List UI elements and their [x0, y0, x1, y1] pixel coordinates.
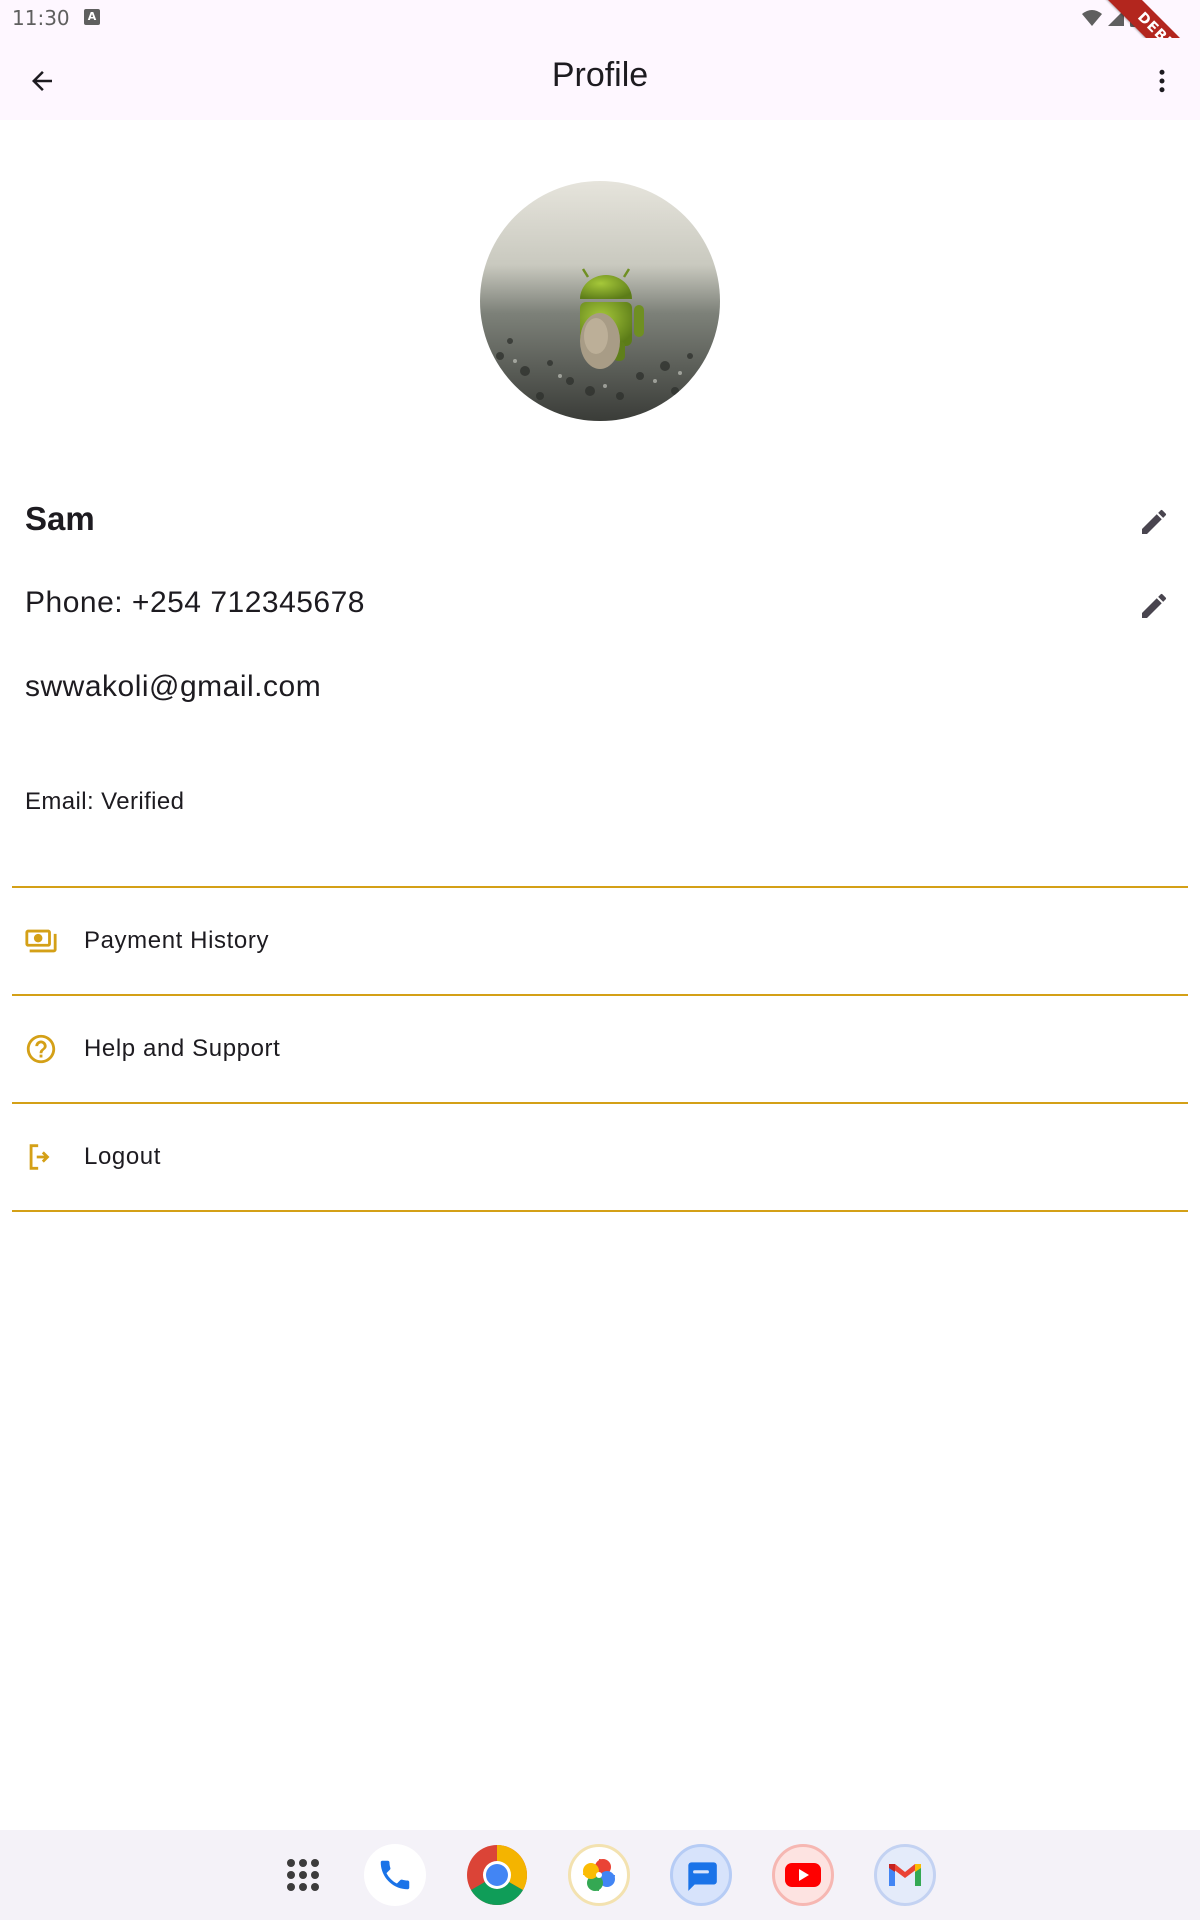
pencil-icon — [1142, 593, 1167, 618]
messages-icon — [688, 1862, 717, 1891]
chrome-icon — [467, 1845, 528, 1906]
email-status-row: Email: Verified — [25, 788, 1175, 820]
dock-chrome[interactable] — [466, 1844, 528, 1906]
page-title: Profile — [551, 56, 649, 94]
dock-app-drawer[interactable] — [272, 1844, 334, 1906]
more-options-button[interactable] — [1142, 57, 1182, 105]
menu-item-help-support[interactable]: Help and Support — [12, 996, 1188, 1102]
name-row: Sam — [25, 500, 1175, 546]
menu-item-logout[interactable]: Logout — [12, 1104, 1188, 1210]
menu-item-payment-history[interactable]: Payment History — [12, 888, 1188, 994]
edit-name-button[interactable] — [1130, 498, 1178, 546]
profile-avatar[interactable] — [480, 181, 720, 421]
pencil-icon — [1142, 509, 1167, 534]
profile-email: swwakoli@gmail.com — [25, 670, 322, 703]
phone-row: Phone: +254 712345678 — [25, 586, 1175, 628]
dock-phone[interactable] — [364, 1844, 426, 1906]
more-vert-icon — [1159, 69, 1165, 93]
profile-name: Sam — [25, 500, 95, 537]
menu-label-payment-history: Payment History — [84, 927, 270, 954]
status-time: 11:30 — [12, 6, 70, 30]
help-circle-icon — [26, 1034, 56, 1064]
phone-icon — [380, 1860, 410, 1890]
dock-gmail[interactable] — [874, 1844, 936, 1906]
payments-icon — [25, 929, 57, 953]
menu-label-help-support: Help and Support — [84, 1035, 281, 1062]
youtube-icon — [785, 1863, 821, 1887]
status-bar: 11:30 A DEBUG — [0, 0, 1200, 105]
email-verified-status: Email: Verified — [25, 788, 185, 815]
profile-phone: Phone: +254 712345678 — [25, 586, 365, 619]
gmail-icon — [889, 1864, 921, 1886]
app-dock — [0, 1830, 1200, 1920]
app-bar: Profile — [0, 38, 1200, 120]
notification-a-icon: A — [84, 9, 100, 25]
menu-divider — [12, 1210, 1188, 1212]
edit-phone-button[interactable] — [1130, 582, 1178, 630]
apps-grid-icon — [287, 1859, 319, 1891]
dock-youtube[interactable] — [772, 1844, 834, 1906]
dock-photos[interactable] — [568, 1844, 630, 1906]
menu-label-logout: Logout — [84, 1143, 162, 1170]
logout-icon — [29, 1144, 50, 1170]
dock-messages[interactable] — [670, 1844, 732, 1906]
photos-icon — [583, 1859, 615, 1891]
email-row: swwakoli@gmail.com — [25, 670, 1175, 712]
wifi-icon — [1082, 10, 1102, 26]
